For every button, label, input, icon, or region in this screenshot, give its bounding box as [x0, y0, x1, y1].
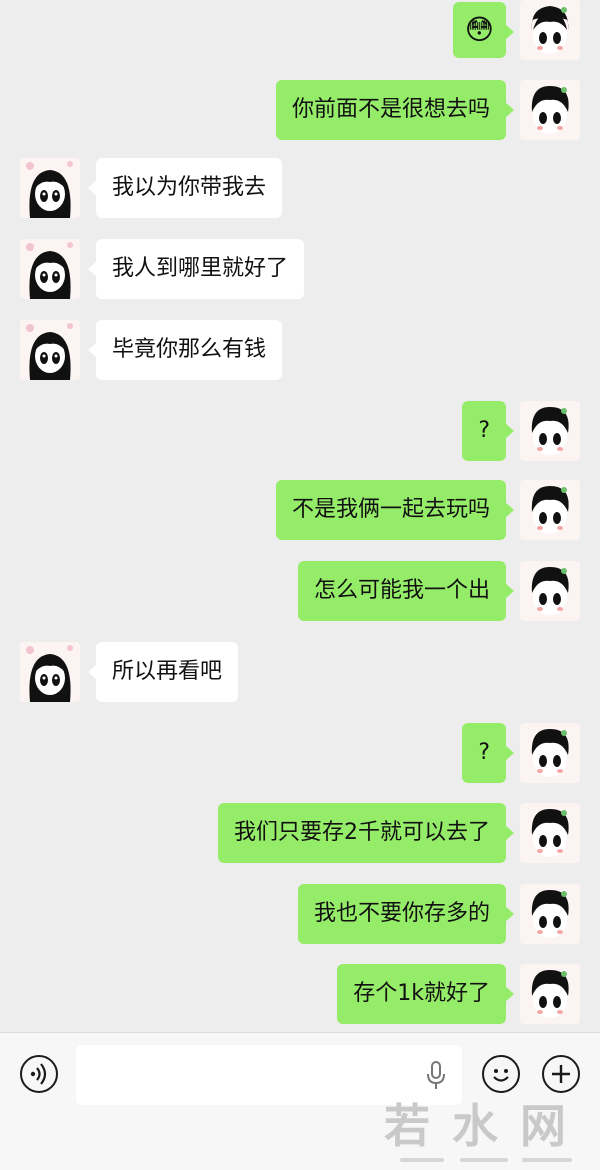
- message-row: ?: [0, 723, 600, 793]
- contact-avatar[interactable]: [20, 239, 80, 299]
- contact-avatar[interactable]: [20, 320, 80, 380]
- message-row: 我人到哪里就好了: [0, 239, 600, 309]
- message-row: 怎么可能我一个出: [0, 561, 600, 631]
- plus-icon[interactable]: [542, 1055, 580, 1093]
- my-avatar[interactable]: [520, 803, 580, 863]
- contact-avatar[interactable]: [20, 642, 80, 702]
- message-row: 😳: [0, 0, 600, 72]
- my-avatar[interactable]: [520, 723, 580, 783]
- message-bubble[interactable]: 我们只要存2千就可以去了: [218, 803, 514, 863]
- message-bubble[interactable]: 我也不要你存多的: [297, 884, 515, 944]
- message-row: 我也不要你存多的: [0, 884, 600, 954]
- message-row: 存个1k就好了: [0, 964, 600, 1032]
- watermark-subline: [400, 1156, 580, 1164]
- emoji-icon[interactable]: [482, 1055, 520, 1093]
- message-row: 你前面不是很想去吗: [0, 80, 600, 150]
- mic-icon[interactable]: [424, 1059, 448, 1093]
- message-row: 我们只要存2千就可以去了: [0, 803, 600, 873]
- message-bubble[interactable]: 所以再看吧: [87, 642, 239, 702]
- my-avatar[interactable]: [520, 884, 580, 944]
- my-avatar[interactable]: [520, 80, 580, 140]
- message-row: 不是我俩一起去玩吗: [0, 480, 600, 550]
- my-avatar[interactable]: [520, 401, 580, 461]
- my-avatar[interactable]: [520, 0, 580, 60]
- message-bubble[interactable]: 不是我俩一起去玩吗: [275, 480, 515, 540]
- message-bubble[interactable]: 😳: [452, 2, 515, 58]
- message-bubble[interactable]: ?: [462, 401, 514, 461]
- message-bubble[interactable]: 毕竟你那么有钱: [87, 320, 283, 380]
- message-bubble[interactable]: 我人到哪里就好了: [87, 239, 305, 299]
- contact-avatar[interactable]: [20, 158, 80, 218]
- emoji-flushed: 😳: [464, 13, 494, 46]
- message-row: ?: [0, 401, 600, 471]
- watermark: 若水网: [384, 1099, 588, 1153]
- message-bubble[interactable]: 存个1k就好了: [337, 964, 514, 1024]
- voice-icon[interactable]: [20, 1055, 58, 1093]
- message-row: 所以再看吧: [0, 642, 600, 712]
- message-row: 毕竟你那么有钱: [0, 320, 600, 390]
- my-avatar[interactable]: [520, 964, 580, 1024]
- my-avatar[interactable]: [520, 561, 580, 621]
- message-bubble[interactable]: 我以为你带我去: [87, 158, 283, 218]
- message-row: 我以为你带我去: [0, 158, 600, 228]
- message-bubble[interactable]: 怎么可能我一个出: [297, 561, 515, 621]
- message-bubble[interactable]: ?: [462, 723, 514, 783]
- my-avatar[interactable]: [520, 480, 580, 540]
- chat-area[interactable]: 😳 你前面不是很想去吗 我以为你带我去 我人到哪里就好了 毕竟你那么有钱 ? 不…: [0, 0, 600, 1032]
- message-bubble[interactable]: 你前面不是很想去吗: [275, 80, 515, 140]
